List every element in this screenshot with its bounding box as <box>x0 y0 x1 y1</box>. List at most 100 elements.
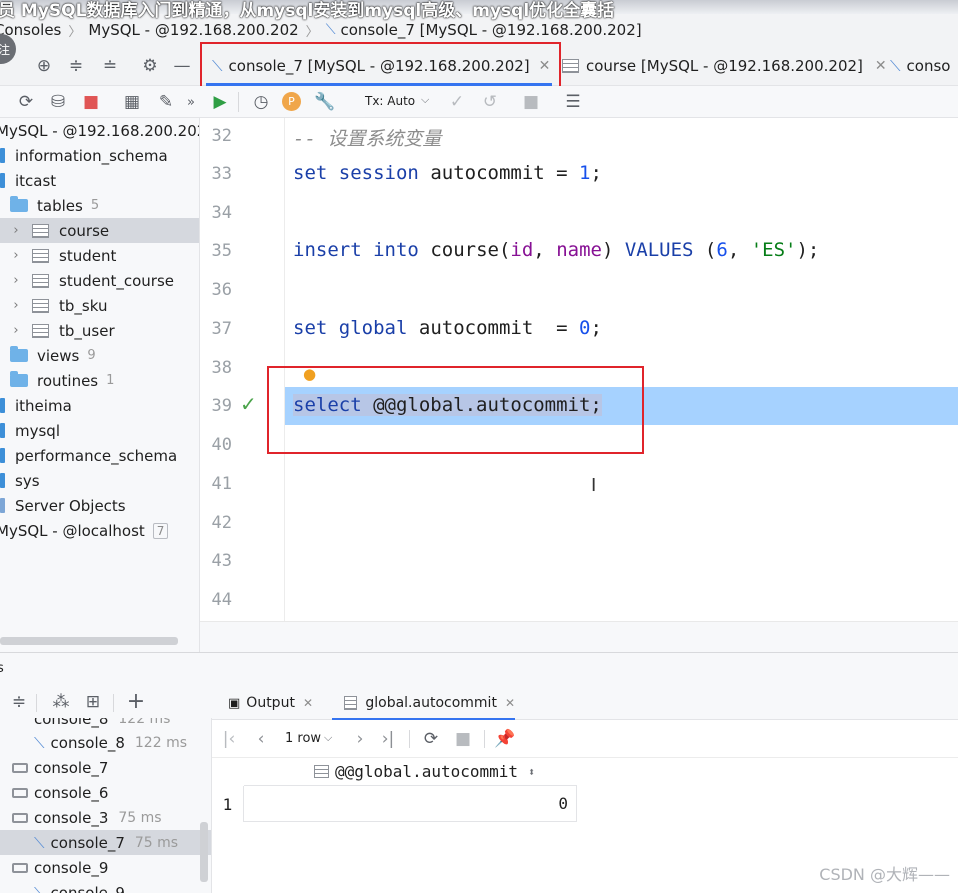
table-editor-icon[interactable]: ▦ <box>121 91 143 113</box>
list-item[interactable]: console_9 <box>0 855 211 880</box>
collapse-all-icon[interactable]: ≑ <box>8 691 30 713</box>
list-item[interactable]: console_3 75 ms <box>0 805 211 830</box>
locate-icon[interactable]: ⊕ <box>33 55 55 77</box>
code-line-33: set session autocommit = 1; <box>293 162 602 184</box>
close-icon[interactable]: ✕ <box>875 58 887 74</box>
next-page-icon[interactable]: › <box>349 728 371 750</box>
column-name: id <box>510 239 534 261</box>
tree-folder-tables[interactable]: tables 5 <box>0 193 199 218</box>
tree-table-tb-user[interactable]: › tb_user <box>0 318 199 343</box>
tree-schema-sys[interactable]: sys <box>0 468 199 493</box>
list-item[interactable]: console_6 <box>0 780 211 805</box>
chevron-right-icon[interactable]: › <box>8 298 24 313</box>
history-icon[interactable]: ◷ <box>250 91 272 113</box>
edit-icon[interactable]: ✎ <box>155 91 177 113</box>
tree-item-label: course <box>59 221 110 240</box>
tree-folder-views[interactable]: views 9 <box>0 343 199 368</box>
stop-icon[interactable]: ■ <box>80 91 102 113</box>
line-number: 43 <box>211 551 232 571</box>
breadcrumb-console[interactable]: console_7 [MySQL - @192.168.200.202] <box>341 21 642 39</box>
keyword: set <box>293 317 328 339</box>
commit-icon[interactable]: ✓ <box>446 91 468 113</box>
toolbar-divider <box>484 730 485 748</box>
tab-global-autocommit[interactable]: global.autocommit ✕ <box>332 686 515 720</box>
row-count-select[interactable]: 1 row <box>285 731 321 746</box>
schema-tool-icon[interactable]: ⛁ <box>47 91 69 113</box>
sort-icon[interactable]: ⬍ <box>528 765 535 779</box>
chevron-right-icon[interactable]: › <box>8 323 24 338</box>
list-item[interactable]: ⟍ console_8 122 ms <box>0 730 211 755</box>
table-icon <box>32 248 49 263</box>
group-icon[interactable]: ⁂ <box>50 691 72 713</box>
column-header[interactable]: @@global.autocommit ⬍ <box>244 758 577 786</box>
chevron-right-icon[interactable]: › <box>8 273 24 288</box>
first-page-icon[interactable]: |‹ <box>218 728 240 750</box>
chevron-right-icon[interactable]: › <box>8 248 24 263</box>
tree-root-datasource[interactable]: MySQL - @192.168.200.202 <box>0 118 199 143</box>
minimize-icon[interactable]: — <box>171 55 193 77</box>
tree-item-label: mysql <box>15 421 60 440</box>
execute-icon[interactable]: ▶ <box>209 91 231 113</box>
refresh-icon[interactable]: ⟳ <box>15 91 37 113</box>
tree-schema-itcast[interactable]: itcast <box>0 168 199 193</box>
tab-global-autocommit-label: global.autocommit <box>365 695 497 711</box>
vertical-scrollbar[interactable] <box>200 822 208 882</box>
tab-course[interactable]: course [MySQL - @192.168.200.202] ✕ <box>562 46 887 86</box>
schema-icon <box>0 398 5 413</box>
add-icon[interactable]: + <box>125 689 147 714</box>
new-tab-icon[interactable]: ⊞ <box>82 691 104 713</box>
tx-mode-select[interactable]: Tx: Auto <box>365 94 415 108</box>
list-item[interactable]: console_7 <box>0 755 211 780</box>
more-icon[interactable]: » <box>180 91 202 113</box>
tree-item-label: views <box>37 346 80 365</box>
settings-wrench-icon[interactable]: 🔧 <box>314 91 336 113</box>
close-icon[interactable]: ✕ <box>303 696 313 710</box>
expand-all-icon[interactable]: ≑ <box>65 55 87 77</box>
collapse-all-icon[interactable]: ≐ <box>99 55 121 77</box>
chevron-down-icon[interactable]: ⌵ <box>421 93 429 107</box>
line-number: 36 <box>211 280 232 300</box>
result-cell[interactable]: 0 <box>244 786 577 822</box>
line-number: 38 <box>211 358 232 378</box>
cancel-icon[interactable]: ■ <box>520 91 542 113</box>
horizontal-scrollbar[interactable] <box>0 637 178 645</box>
tree-schema-information-schema[interactable]: information_schema <box>0 143 199 168</box>
tree-table-student-course[interactable]: › student_course <box>0 268 199 293</box>
chevron-down-icon[interactable]: ⌵ <box>324 731 332 745</box>
row-number: 1 <box>212 786 244 822</box>
table-icon <box>32 223 49 238</box>
list-item[interactable]: ⟍ console_7 75 ms <box>0 830 211 855</box>
tree-server-objects[interactable]: Server Objects <box>0 493 199 518</box>
tree-schema-performance-schema[interactable]: performance_schema <box>0 443 199 468</box>
tree-item-label: itcast <box>15 171 57 190</box>
tree-schema-itheima[interactable]: itheima <box>0 393 199 418</box>
server-objects-icon <box>0 498 5 513</box>
tree-table-tb-sku[interactable]: › tb_sku <box>0 293 199 318</box>
close-icon[interactable]: ✕ <box>505 696 515 710</box>
number-literal: 6 <box>716 239 728 261</box>
tree-item-label: student <box>59 246 117 265</box>
line-number: 32 <box>211 126 232 146</box>
semicolon: ; <box>590 162 602 184</box>
tree-table-course[interactable]: › course <box>0 218 199 243</box>
list-item[interactable]: ⟍ console_9 <box>0 880 211 893</box>
schema-icon <box>0 473 5 488</box>
chevron-right-icon[interactable]: › <box>8 223 24 238</box>
tree-item-count: 9 <box>87 348 96 363</box>
rollback-icon[interactable]: ↺ <box>479 91 501 113</box>
stop-icon[interactable]: ■ <box>452 728 474 750</box>
refresh-icon[interactable]: ⟳ <box>420 728 442 750</box>
tree-folder-routines[interactable]: routines 1 <box>0 368 199 393</box>
tree-schema-mysql[interactable]: mysql <box>0 418 199 443</box>
gear-icon[interactable]: ⚙ <box>139 55 161 77</box>
tree-datasource-localhost[interactable]: MySQL - @localhost 7 <box>0 518 199 543</box>
tab-console-overflow[interactable]: ⟍ conso <box>890 46 950 86</box>
previous-page-icon[interactable]: ‹ <box>250 728 272 750</box>
tree-table-student[interactable]: › student <box>0 243 199 268</box>
breadcrumb-datasource[interactable]: MySQL - @192.168.200.202 <box>88 21 298 39</box>
output-layout-icon[interactable]: ☰ <box>562 91 584 113</box>
profile-icon[interactable]: P <box>282 92 301 111</box>
tab-output[interactable]: ▣ Output ✕ <box>228 686 313 720</box>
pin-icon[interactable]: 📌 <box>494 728 516 750</box>
last-page-icon[interactable]: ›| <box>377 728 399 750</box>
